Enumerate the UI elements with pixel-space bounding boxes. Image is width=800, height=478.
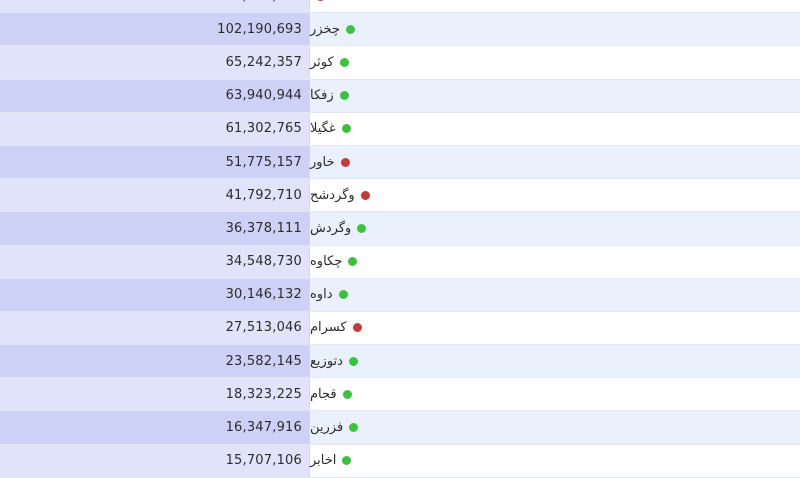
symbol-name[interactable]: زفکا [310, 88, 334, 103]
table-row[interactable]: 41,792,710 وگردشح [0, 179, 800, 213]
symbol-cell[interactable]: زفکا [310, 79, 800, 112]
symbol-name[interactable]: دتوزیع [310, 354, 343, 369]
symbol-cell[interactable]: فزرین [310, 411, 800, 444]
trade-value-cell: 16,347,916 [0, 411, 310, 444]
trade-value-cell: 51,775,157 [0, 145, 310, 179]
trade-value-cell: 63,940,944 [0, 79, 310, 112]
symbol-name[interactable]: چخزر [310, 22, 340, 37]
status-up-dot-icon [357, 223, 367, 233]
symbol-cell[interactable]: خاور [310, 145, 800, 179]
status-up-dot-icon [338, 290, 348, 300]
symbol-cell[interactable]: غگیلا [310, 112, 800, 145]
symbol-name[interactable]: غگیلا [310, 121, 336, 136]
table-row[interactable]: 102,190,693 چخزر [0, 13, 800, 47]
symbol-cell[interactable]: کسرام [310, 311, 800, 345]
trade-value-cell: 30,146,132 [0, 278, 310, 311]
trade-value-cell: 41,792,710 [0, 179, 310, 212]
symbol-name[interactable]: وگردش [310, 221, 351, 236]
symbol-name[interactable]: داوه [310, 287, 333, 302]
trade-value-cell: 18,323,225 [0, 378, 310, 411]
table-row[interactable]: 61,302,765 غگیلا [0, 112, 800, 146]
status-up-dot-icon [342, 389, 352, 399]
status-down-dot-icon [360, 190, 370, 200]
symbol-name[interactable]: وگردشح [310, 188, 355, 203]
symbol-cell[interactable]: وگردشح [310, 179, 800, 212]
status-up-dot-icon [339, 57, 349, 67]
symbol-cell[interactable]: چخزر [310, 13, 800, 46]
table-row[interactable]: 34,548,730 چکاوه [0, 245, 800, 279]
table-row[interactable]: 16,347,916 فزرین [0, 411, 800, 445]
status-down-dot-icon [316, 0, 325, 1]
symbol-cell[interactable]: قجام [310, 378, 800, 411]
status-up-dot-icon [339, 91, 349, 101]
symbol-cell[interactable]: اخابر [310, 444, 800, 477]
trade-value-cell: 65,242,357 [0, 46, 310, 79]
trade-value-cell: 61,302,765 [0, 112, 310, 145]
symbol-name[interactable]: خاور [310, 155, 335, 170]
trade-value-cell: 34,548,730 [0, 245, 310, 278]
trade-value-cell: 102,190,693 [0, 13, 310, 46]
symbol-name[interactable]: چکاوه [310, 254, 342, 269]
symbol-name[interactable]: اخابر [310, 453, 336, 468]
status-up-dot-icon [341, 124, 351, 134]
trade-value-cell: 23,582,145 [0, 345, 310, 378]
symbol-cell[interactable]: دتوزیع [310, 345, 800, 378]
symbol-name[interactable]: فزرین [310, 420, 343, 435]
table-row[interactable]: 15,707,106 اخابر [0, 444, 800, 478]
symbol-cell[interactable]: داوه [310, 278, 800, 311]
table-row[interactable]: 65,242,357 کوثر [0, 46, 800, 80]
symbol-cell[interactable]: چکاوه [310, 245, 800, 278]
symbol-name[interactable]: قجام [310, 387, 337, 402]
symbol-cell[interactable]: وگردش [310, 212, 800, 245]
trade-value-cell: 27,513,046 [0, 311, 310, 345]
symbol-name[interactable]: کوثر [310, 55, 334, 70]
status-up-dot-icon [349, 423, 359, 433]
trade-value-cell: 120,780,292 [0, 0, 310, 13]
trade-value-cell: 36,378,111 [0, 212, 310, 245]
table-row[interactable]: 63,940,944 زفکا [0, 79, 800, 113]
table-row[interactable]: 18,323,225 قجام [0, 378, 800, 412]
table-row[interactable]: 23,582,145 دتوزیع [0, 345, 800, 379]
symbol-cell[interactable] [310, 0, 800, 13]
stock-table: 120,780,292102,190,693چخزر65,242,357کوثر… [0, 0, 800, 478]
table-row[interactable]: 120,780,292 [0, 0, 800, 14]
table-row[interactable]: 51,775,157 خاور [0, 145, 800, 180]
status-up-dot-icon [345, 24, 355, 34]
table-row[interactable]: 27,513,046 کسرام [0, 311, 800, 346]
symbol-cell[interactable]: کوثر [310, 46, 800, 79]
status-down-dot-icon [352, 323, 362, 333]
symbol-name[interactable]: کسرام [310, 320, 347, 335]
status-up-dot-icon [348, 257, 358, 267]
trade-value-cell: 15,707,106 [0, 444, 310, 477]
status-up-dot-icon [348, 356, 358, 366]
status-down-dot-icon [340, 157, 350, 167]
table-row[interactable]: 36,378,111 وگردش [0, 212, 800, 246]
table-row[interactable]: 30,146,132 داوه [0, 278, 800, 312]
